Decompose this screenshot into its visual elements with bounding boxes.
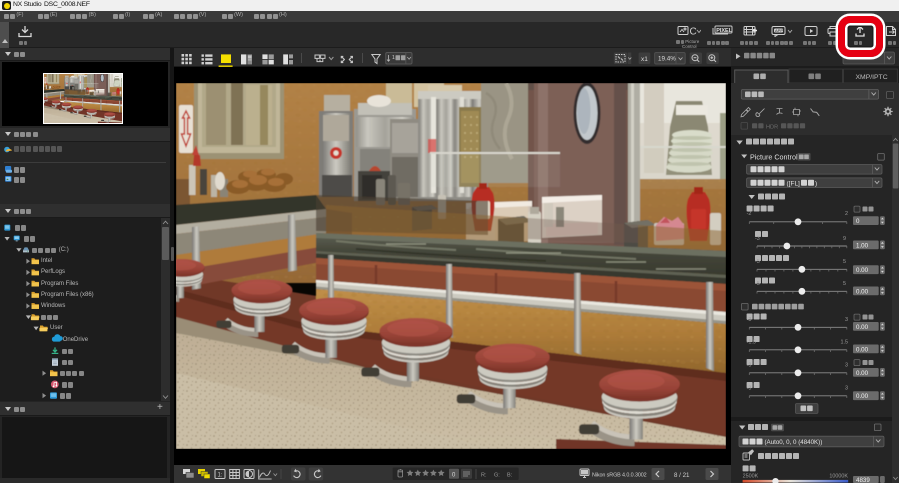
svg-text:-5: -5 [755, 259, 760, 265]
svg-text:Nikon sRGB 4.0.0.3002: Nikon sRGB 4.0.0.3002 [592, 472, 647, 478]
svg-text:-3: -3 [747, 317, 752, 323]
svg-text:R:: R: [481, 473, 487, 479]
svg-text:3: 3 [845, 362, 848, 368]
svg-text:0.00: 0.00 [856, 288, 869, 295]
svg-text:0.00: 0.00 [856, 324, 869, 331]
svg-text:5: 5 [843, 281, 846, 287]
svg-text:C: C [690, 27, 697, 38]
svg-text:0.00: 0.00 [856, 346, 869, 353]
svg-text:APP: APP [775, 28, 783, 33]
svg-text:2: 2 [845, 211, 848, 217]
svg-text:-3: -3 [755, 236, 760, 242]
svg-text:1.5: 1.5 [841, 339, 849, 345]
svg-text:0.00: 0.00 [856, 267, 869, 274]
svg-text:1:: 1: [218, 473, 223, 479]
svg-text:PIXEL: PIXEL [716, 28, 733, 34]
svg-text:-2: -2 [747, 211, 752, 217]
svg-text:x1: x1 [641, 56, 648, 63]
svg-text:8 / 21: 8 / 21 [674, 472, 690, 479]
svg-text:4839: 4839 [856, 477, 870, 483]
svg-text:G:: G: [494, 473, 500, 479]
svg-text:-3: -3 [747, 385, 752, 391]
svg-text:5: 5 [843, 259, 846, 265]
svg-text:B:: B: [507, 473, 513, 479]
svg-text:19.4%: 19.4% [658, 56, 676, 63]
svg-text:2500K: 2500K [743, 474, 759, 480]
svg-text:-3: -3 [747, 362, 752, 368]
svg-text:(Auto0, 0, 0 (4840K)): (Auto0, 0, 0 (4840K)) [765, 439, 823, 446]
svg-text:-5: -5 [755, 281, 760, 287]
svg-text:3: 3 [845, 317, 848, 323]
svg-text:9: 9 [843, 236, 846, 242]
svg-text:10000K: 10000K [829, 474, 848, 480]
svg-text:1.00: 1.00 [856, 242, 869, 249]
svg-text:-1.5: -1.5 [747, 339, 756, 345]
svg-text:3: 3 [845, 385, 848, 391]
svg-text:0: 0 [856, 218, 860, 225]
svg-text:0.00: 0.00 [856, 370, 869, 377]
svg-text:1: 1 [392, 55, 395, 61]
svg-text:0.00: 0.00 [856, 393, 869, 400]
